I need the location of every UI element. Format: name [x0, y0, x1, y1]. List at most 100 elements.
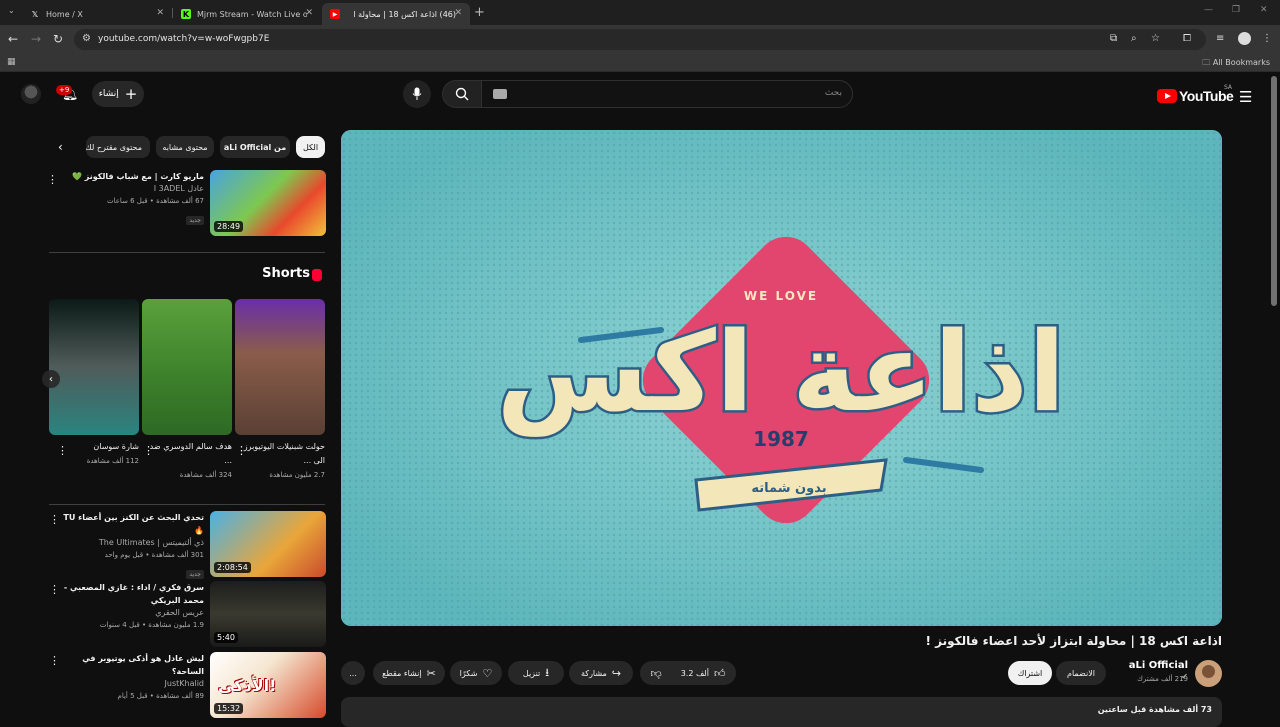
minimize-icon[interactable]: — — [1204, 5, 1213, 15]
chip-label: من aLi Official — [223, 142, 287, 152]
shorts-prev-button[interactable]: ‹ — [42, 370, 60, 388]
site-info-icon[interactable]: ⚙ — [82, 33, 91, 44]
close-tab-icon[interactable]: ✕ — [156, 8, 164, 18]
video-thumbnail[interactable]: 2:08:54 — [210, 511, 326, 577]
related-video-item[interactable]: 5:40 سرق فكري / اداء : غازي المصعبي - مح… — [60, 581, 326, 647]
thanks-button[interactable]: شكرًا ♡ — [450, 661, 502, 685]
browser-tab-bar: ⌄ 𝕏 Home / X ✕ K Mjrm Stream - Watch Liv… — [0, 0, 1280, 25]
youtube-logo[interactable]: YouTube SA — [1157, 84, 1234, 104]
video-duration: 5:40 — [214, 632, 238, 643]
chip-recommended[interactable]: محتوى مقترح لك — [86, 136, 150, 158]
keyboard-icon[interactable] — [493, 89, 507, 99]
user-avatar[interactable] — [21, 84, 41, 104]
chevron-left-icon[interactable]: ‹ — [58, 140, 63, 154]
page-scrollbar[interactable] — [1271, 76, 1277, 306]
description-box[interactable]: 73 ألف مشاهدة قبل ساعتين — [341, 697, 1222, 727]
back-icon[interactable]: ← — [8, 32, 18, 46]
related-video-item[interactable]: 28:49 ماريو كارت | مع شباب فالكونز 💚 عاد… — [60, 170, 326, 238]
all-bookmarks-button[interactable]: 🗀 All Bookmarks — [1202, 57, 1270, 71]
reload-icon[interactable]: ↻ — [53, 32, 63, 46]
more-actions-button[interactable]: ... — [341, 661, 365, 685]
cast-icon[interactable]: ⧉ — [1110, 33, 1117, 44]
share-button[interactable]: مشاركة ↪ — [569, 661, 633, 685]
video-duration: 15:32 — [214, 703, 244, 714]
search-button[interactable] — [442, 80, 482, 108]
video-thumbnail[interactable]: 28:49 — [210, 170, 326, 236]
more-options-icon[interactable]: ⋮ — [49, 654, 60, 667]
close-tab-icon[interactable]: ✕ — [454, 8, 462, 18]
all-bookmarks-label: All Bookmarks — [1212, 58, 1270, 67]
short-views: 2.7 مليون مشاهدة — [269, 471, 325, 479]
short-title[interactable]: حولت شبنيلات اليوتيوبرز الى ... — [235, 440, 325, 468]
short-title[interactable]: هدف سالم الدوسري ضد ... — [142, 440, 232, 468]
media-controls-icon[interactable]: ≡ — [1216, 33, 1224, 44]
video-thumbnail[interactable]: 5:40 — [210, 581, 326, 647]
video-title[interactable]: تحدي البحث عن الكنز بين أعضاء TU 🔥 — [54, 511, 204, 537]
tab-search-chevron-icon[interactable]: ⌄ — [8, 6, 15, 15]
url-field[interactable]: ⚙ youtube.com/watch?v=w-woFwgpb7E — [74, 29, 1206, 50]
video-title[interactable]: ماريو كارت | مع شباب فالكونز 💚 — [54, 170, 204, 183]
video-duration: 28:49 — [214, 221, 244, 232]
like-icon[interactable]: 👍︎ — [714, 667, 726, 680]
more-options-icon[interactable]: ⋮ — [143, 444, 154, 457]
voice-search-button[interactable] — [403, 80, 431, 108]
channel-avatar[interactable] — [1195, 660, 1222, 687]
more-options-icon[interactable]: ⋮ — [49, 583, 60, 596]
clip-button[interactable]: إنشاء مقطع ✂ — [373, 661, 445, 685]
channel-name[interactable]: عادل I 3ADEL — [54, 183, 204, 195]
browser-tab-youtube[interactable]: ▶ (46) اذاعة اكس 18 | محاولة ا ✕ — [322, 3, 470, 25]
subscribe-button[interactable]: اشتراك — [1008, 661, 1052, 685]
more-options-icon[interactable]: ⋮ — [49, 513, 60, 526]
video-thumbnail[interactable]: الأذكى! 15:32 — [210, 652, 326, 718]
hamburger-menu-icon[interactable]: ☰ — [1239, 88, 1252, 106]
video-stats: 67 ألف مشاهدة • قبل 6 ساعات — [106, 197, 204, 205]
create-button[interactable]: إنشاء + — [92, 81, 144, 107]
dislike-icon[interactable]: 👎︎ — [651, 667, 662, 680]
chip-all[interactable]: الكل — [296, 136, 325, 158]
browser-menu-icon[interactable]: ⋮ — [1262, 33, 1272, 44]
channel-name[interactable]: JustKhalid — [54, 678, 204, 690]
channel-name[interactable]: عريس الحقري — [54, 607, 204, 619]
short-views: 324 ألف مشاهدة — [179, 471, 232, 479]
extensions-icon[interactable]: ⧠ — [1183, 33, 1191, 44]
video-title[interactable]: سرق فكري / اداء : غازي المصعبي - محمد ال… — [54, 581, 204, 607]
close-window-icon[interactable]: ✕ — [1260, 5, 1268, 15]
short-thumbnail[interactable] — [142, 299, 232, 435]
close-tab-icon[interactable]: ✕ — [305, 8, 313, 18]
download-icon: ⭳ — [545, 665, 550, 679]
chip-from-channel[interactable]: من aLi Official — [220, 136, 290, 158]
video-title[interactable]: ليش عادل هو أذكى يوتيوبر في الساحة؟ — [54, 652, 204, 678]
maximize-icon[interactable]: ❐ — [1232, 5, 1240, 15]
video-player[interactable]: WE LOVE اذاعة اكس 1987 بدون شماته — [341, 130, 1222, 626]
chip-similar[interactable]: محتوى مشابه — [156, 136, 214, 158]
tab-title: Home / X — [46, 9, 83, 19]
tab-title: (46) اذاعة اكس 18 | محاولة ا — [353, 9, 456, 19]
join-button[interactable]: الانضمام — [1056, 661, 1106, 685]
more-label: ... — [349, 668, 357, 678]
new-tab-button[interactable]: + — [474, 5, 485, 20]
short-thumbnail[interactable] — [235, 299, 325, 435]
browser-tab-kick[interactable]: K Mjrm Stream - Watch Live on K ✕ — [173, 3, 321, 25]
browser-tab-x[interactable]: 𝕏 Home / X ✕ — [22, 3, 172, 25]
browser-profile-avatar[interactable] — [1238, 32, 1251, 45]
microphone-icon — [412, 87, 422, 100]
bookmark-star-icon[interactable]: ☆ — [1151, 33, 1160, 44]
search-input[interactable]: بحث — [481, 80, 853, 108]
zoom-icon[interactable]: ⌕ — [1131, 33, 1137, 44]
apps-grid-icon[interactable]: ▦ — [7, 57, 16, 67]
more-options-icon[interactable]: ⋮ — [236, 444, 247, 457]
more-options-icon[interactable]: ⋮ — [47, 173, 58, 186]
channel-name[interactable]: ذي ألتيميتس | The Ultimates — [54, 537, 204, 549]
related-video-item[interactable]: 2:08:54 تحدي البحث عن الكنز بين أعضاء TU… — [60, 511, 326, 579]
search-placeholder: بحث — [824, 88, 842, 98]
channel-name-label: aLi Official — [1128, 660, 1188, 671]
video-meta: ماريو كارت | مع شباب فالكونز 💚 عادل I 3A… — [54, 170, 204, 226]
short-thumbnail[interactable] — [49, 299, 139, 435]
forward-icon[interactable]: → — [31, 32, 41, 46]
notification-count-badge: +9 — [56, 85, 73, 95]
avatar-face — [1202, 665, 1215, 678]
x-logo-icon: 𝕏 — [31, 9, 39, 19]
related-video-item[interactable]: الأذكى! 15:32 ليش عادل هو أذكى يوتيوبر ف… — [60, 652, 326, 718]
more-options-icon[interactable]: ⋮ — [57, 444, 68, 457]
download-button[interactable]: تنزيل ⭳ — [508, 661, 564, 685]
